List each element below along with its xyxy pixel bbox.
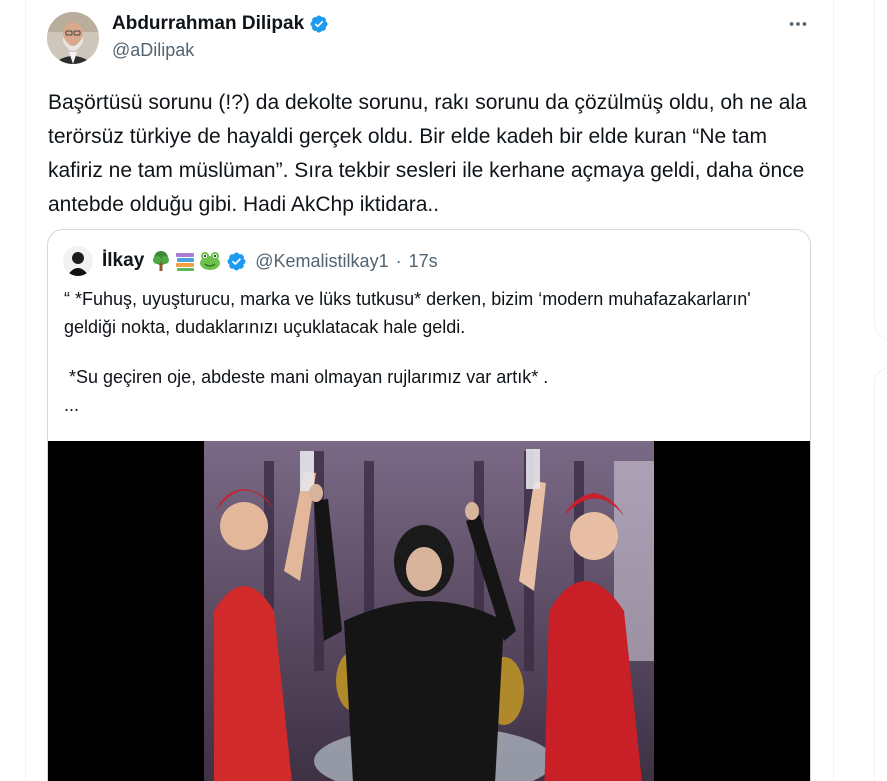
- quoted-name-emojis: [150, 250, 222, 272]
- quoted-author-avatar[interactable]: [63, 246, 93, 276]
- frog-icon: [200, 252, 221, 270]
- quoted-text-ellipsis: ...: [64, 395, 80, 415]
- author-name[interactable]: Abdurrahman Dilipak: [112, 13, 329, 35]
- more-options-button[interactable]: [784, 12, 812, 36]
- deciduous-tree-icon: [153, 251, 170, 271]
- quoted-timestamp[interactable]: 17s: [409, 251, 438, 272]
- quoted-header: İlkay @Kemalistilkay1 · 17s: [102, 247, 438, 275]
- tweet-text: Başörtüsü sorunu (!?) da dekolte sorunu,…: [48, 91, 807, 216]
- author-avatar[interactable]: [47, 12, 99, 64]
- sidebar-card: [874, 367, 887, 781]
- quoted-media-video[interactable]: [48, 441, 810, 781]
- left-gutter: [0, 0, 25, 781]
- quoted-text-line: *Su geçiren oje, abdeste mani olmayan ru…: [64, 367, 549, 387]
- quoted-author-name[interactable]: İlkay: [102, 250, 144, 272]
- books-icon: [176, 253, 195, 271]
- verified-badge-icon: [227, 252, 246, 270]
- author-name-text[interactable]: Abdurrahman Dilipak: [112, 13, 304, 35]
- separator-dot: ·: [395, 250, 402, 271]
- video-thumbnail: [204, 441, 654, 781]
- quoted-author-handle[interactable]: @Kemalistilkay1: [255, 251, 388, 272]
- verified-badge-icon: [310, 15, 328, 33]
- author-handle[interactable]: @aDilipak: [112, 40, 194, 61]
- quoted-text: “ *Fuhuş, uyuşturucu, marka ve lüks tutk…: [64, 285, 799, 419]
- sidebar-card: [874, 0, 887, 340]
- timeline-border-right: [833, 0, 834, 781]
- quoted-tweet[interactable]: İlkay @Kemalistilkay1 · 17s “ *Fuhuş, uy…: [47, 229, 811, 781]
- quoted-text-line: “ *Fuhuş, uyuşturucu, marka ve lüks tutk…: [64, 289, 756, 337]
- tweet[interactable]: Abdurrahman Dilipak @aDilipak Başörtüsü …: [26, 0, 833, 781]
- more-horizontal-icon: [789, 22, 807, 26]
